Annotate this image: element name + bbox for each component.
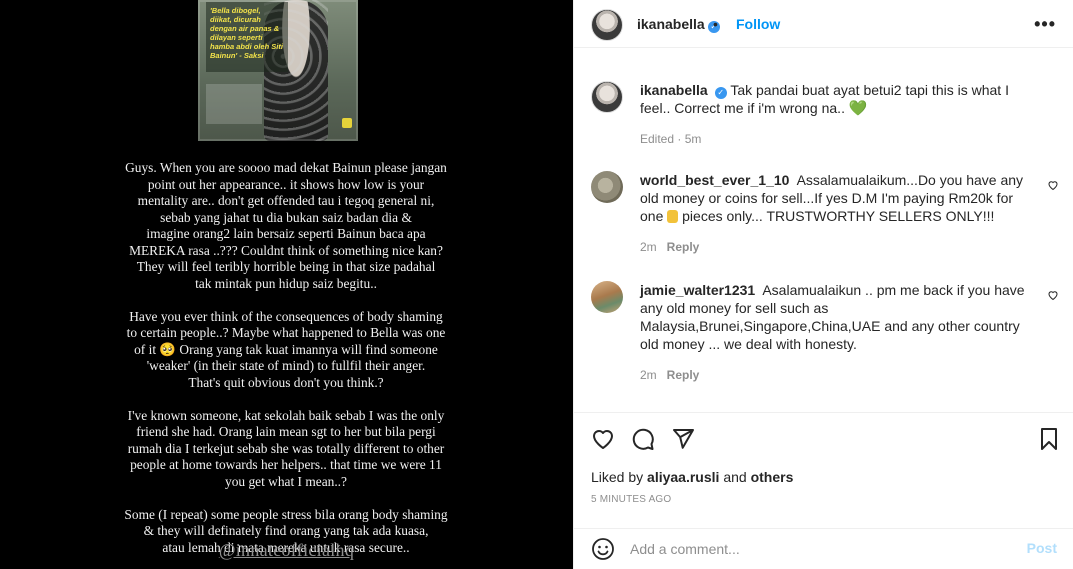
comment-username[interactable]: jamie_walter1231 — [640, 282, 755, 298]
comment-meta: 2m Reply — [640, 240, 699, 254]
caption-body: ikanabella ✓ Tak pandai buat ayat betui2 … — [640, 81, 1035, 118]
post-header: ikanabella ✓ • Follow ••• — [574, 0, 1073, 48]
green-heart-emoji: 💚 — [848, 100, 868, 117]
story-paragraph: Have you ever think of the consequences … — [126, 308, 446, 390]
comment-meta: 2m Reply — [640, 368, 699, 382]
avatar[interactable] — [591, 81, 623, 113]
caption-username[interactable]: ikanabella — [640, 82, 708, 98]
post-actions: Liked by aliyaa.rusli and others 5 minut… — [574, 412, 1073, 562]
pointing-hand-emoji — [667, 210, 679, 223]
verified-badge-icon: ✓ — [714, 87, 727, 99]
comment-time: 2m — [640, 368, 657, 382]
add-comment-bar: Post — [574, 528, 1073, 569]
comment-body: jamie_walter1231 Asalamualaikun .. pm me… — [640, 281, 1035, 353]
liked-by: Liked by aliyaa.rusli and others — [591, 469, 793, 485]
liked-by-joiner: and — [723, 469, 747, 485]
reply-button[interactable]: Reply — [667, 240, 700, 254]
comment-icon[interactable] — [631, 427, 655, 451]
post-media: 'Bella dibogel, diikat, dicurah dengan a… — [0, 0, 573, 569]
heart-icon[interactable] — [591, 427, 615, 451]
story-text: Guys. When you are soooo mad dekat Bainu… — [96, 160, 476, 569]
news-image: 'Bella dibogel, diikat, dicurah dengan a… — [198, 0, 358, 141]
post-sidebar: ikanabella ✓ • Follow ••• ikanabella ✓ Tak… — [573, 0, 1073, 569]
bookmark-icon[interactable] — [1037, 427, 1061, 451]
like-comment-heart-icon[interactable] — [1047, 179, 1059, 191]
avatar[interactable] — [591, 281, 623, 313]
emoji-icon[interactable] — [591, 537, 615, 561]
more-options-icon[interactable]: ••• — [1034, 14, 1056, 35]
like-comment-heart-icon[interactable] — [1047, 289, 1059, 301]
caption-meta: Edited · 5m — [640, 132, 702, 146]
story-mention-tag[interactable]: @innateofficialhq — [0, 540, 573, 561]
comment-body: world_best_ever_1_10 Assalamualaikum...D… — [640, 171, 1035, 225]
separator-dot: • — [713, 16, 718, 32]
follow-button[interactable]: Follow — [736, 16, 780, 32]
author-username[interactable]: ikanabella ✓ — [637, 16, 720, 34]
liked-by-user-link[interactable]: aliyaa.rusli — [647, 469, 719, 485]
liked-by-others-link[interactable]: others — [751, 469, 794, 485]
avatar[interactable] — [591, 171, 623, 203]
comment-text-continued: pieces only... TRUSTWORTHY SELLERS ONLY!… — [682, 208, 995, 224]
comment-username[interactable]: world_best_ever_1_10 — [640, 172, 789, 188]
post-comment-button[interactable]: Post — [1027, 540, 1057, 556]
avatar[interactable] — [591, 9, 623, 41]
reply-button[interactable]: Reply — [667, 368, 700, 382]
comment-input[interactable] — [630, 538, 1010, 560]
share-icon[interactable] — [671, 427, 695, 451]
comment-time: 2m — [640, 240, 657, 254]
story-paragraph: I've known someone, kat sekolah baik seb… — [127, 407, 445, 489]
story-paragraph: Guys. When you are soooo mad dekat Bainu… — [125, 160, 447, 291]
post-timestamp[interactable]: 5 minutes ago — [591, 494, 671, 505]
liked-by-prefix: Liked by — [591, 469, 644, 485]
